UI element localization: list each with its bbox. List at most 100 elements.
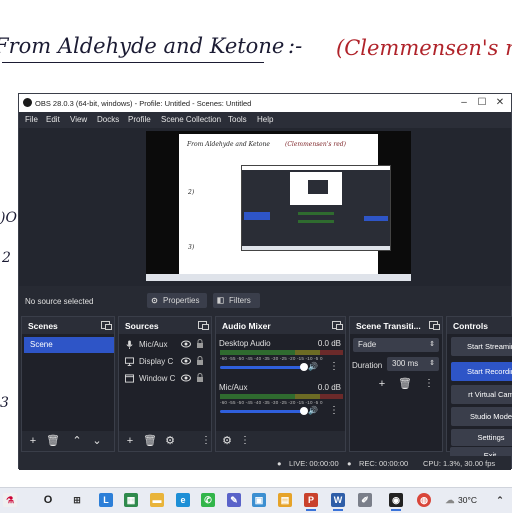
more-icon[interactable]: ⋮ — [240, 436, 250, 446]
remove-source-button[interactable]: 🗑 — [143, 434, 157, 448]
margin-scribble-2: 2 — [2, 250, 11, 266]
source-item-display[interactable]: Display C — [123, 355, 211, 369]
captured-line-1: From Aldehyde and Ketone — [187, 141, 270, 148]
preview-area[interactable]: From Aldehyde and Ketone (Clemmensen's r… — [19, 128, 511, 286]
sources-dock: Sources Mic/Aux Display C Window C + 🗑 ⚙… — [118, 316, 212, 452]
eye-icon[interactable] — [181, 339, 191, 349]
powerpoint-icon[interactable]: P — [304, 493, 318, 507]
undock-icon[interactable] — [429, 321, 440, 330]
start-virtual-cam-button[interactable]: rt Virtual Cam — [451, 385, 512, 404]
more-icon[interactable]: ⋮ — [201, 436, 211, 446]
preview-canvas[interactable]: From Aldehyde and Ketone (Clemmensen's r… — [146, 131, 411, 281]
add-transition-button[interactable]: + — [375, 377, 389, 391]
add-source-button[interactable]: + — [123, 434, 137, 448]
menu-help[interactable]: Help — [257, 115, 273, 124]
captured-num-3: 3) — [188, 244, 195, 251]
source-label: Window C — [139, 374, 176, 383]
duration-label: Duration — [352, 361, 383, 370]
volume-slider[interactable] — [220, 363, 308, 371]
undock-icon[interactable] — [198, 321, 209, 330]
meter-ticks: -60 -55 -50 -45 -40 -35 -30 -25 -20 -15 … — [220, 400, 323, 405]
start-recording-button[interactable]: Start Recordin — [451, 362, 512, 381]
more-icon[interactable]: ⋮ — [329, 362, 339, 372]
source-settings-icon[interactable]: ⚙ — [163, 434, 177, 448]
speaker-icon[interactable]: 🔊 — [308, 362, 318, 371]
controls-header: Controls — [447, 317, 512, 334]
slider-knob[interactable] — [300, 363, 308, 371]
audio-mixer-dock: Audio Mixer Desktop Audio 0.0 dB -60 -55… — [215, 316, 346, 452]
transitions-header: Scene Transiti... — [350, 317, 442, 334]
move-down-button[interactable]: ⌄ — [90, 434, 104, 448]
source-item-window[interactable]: Window C — [123, 372, 211, 386]
eye-icon[interactable] — [181, 373, 191, 383]
grid-app-icon[interactable]: ▦ — [124, 493, 138, 507]
l-app-icon[interactable]: L — [99, 493, 113, 507]
maximize-icon[interactable]: ☐ — [475, 96, 489, 109]
explorer-icon[interactable]: ▬ — [150, 493, 164, 507]
lock-icon[interactable] — [196, 339, 204, 349]
edge-icon[interactable]: e — [176, 493, 190, 507]
add-scene-button[interactable]: + — [26, 434, 40, 448]
move-up-button[interactable]: ⌃ — [70, 434, 84, 448]
more-icon[interactable]: ⋮ — [424, 379, 434, 389]
menu-profile[interactable]: Profile — [128, 115, 151, 124]
sources-title: Sources — [125, 321, 159, 331]
advanced-audio-icon[interactable]: ⚙ — [220, 434, 234, 448]
lock-icon[interactable] — [196, 356, 204, 366]
rec-dot-icon: ● — [347, 459, 352, 468]
scenes-dock: Scenes Scene + 🗑 ⌃ ⌄ — [21, 316, 115, 452]
window-title: OBS 28.0.3 (64-bit, windows) - Profile: … — [35, 99, 252, 108]
rec-status: REC: 00:00:00 — [359, 459, 409, 468]
close-icon[interactable]: ✕ — [493, 96, 507, 109]
active-indicator — [306, 509, 316, 511]
remove-transition-button[interactable]: 🗑 — [398, 377, 412, 391]
gear-icon — [151, 297, 158, 304]
gallery-icon[interactable]: ▣ — [252, 493, 266, 507]
minimize-icon[interactable]: – — [457, 96, 471, 109]
undock-icon[interactable] — [332, 321, 343, 330]
menu-scene-collection[interactable]: Scene Collection — [161, 115, 221, 124]
pen-app-icon[interactable]: ✐ — [358, 493, 372, 507]
whatsapp-icon[interactable]: ✆ — [201, 493, 215, 507]
slider-knob[interactable] — [300, 407, 308, 415]
studio-mode-button[interactable]: Studio Mode — [451, 407, 512, 426]
source-toolbar: No source selected Properties Filters — [19, 291, 511, 311]
settings-button[interactable]: Settings — [451, 429, 512, 446]
channel-level: 0.0 dB — [317, 383, 341, 392]
menu-bar: File Edit View Docks Profile Scene Colle… — [19, 112, 511, 128]
eye-icon[interactable] — [181, 356, 191, 366]
obs-window: OBS 28.0.3 (64-bit, windows) - Profile: … — [18, 93, 512, 470]
handwriting-underline — [2, 62, 264, 63]
chrome-icon[interactable]: ◍ — [417, 493, 431, 507]
duration-input[interactable]: 300 ms ⇕ — [387, 357, 439, 371]
obs-icon[interactable]: ◉ — [389, 493, 403, 507]
files-icon[interactable]: ▤ — [278, 493, 292, 507]
more-icon[interactable]: ⋮ — [329, 406, 339, 416]
menu-edit[interactable]: Edit — [46, 115, 60, 124]
lock-icon[interactable] — [196, 373, 204, 383]
source-item-mic[interactable]: Mic/Aux — [123, 338, 211, 352]
volume-slider[interactable] — [220, 407, 308, 415]
scribble-app-icon[interactable]: ✎ — [227, 493, 241, 507]
window-icon — [125, 374, 134, 383]
task-view-icon[interactable]: ⊞ — [70, 493, 84, 507]
controls-dock: Controls Start Streamin Start Recordin r… — [446, 316, 512, 452]
search-icon[interactable]: O — [41, 493, 55, 507]
start-streaming-button[interactable]: Start Streamin — [451, 337, 512, 356]
properties-button[interactable]: Properties — [147, 293, 207, 308]
chevron-up-icon[interactable]: ⌃ — [493, 493, 507, 507]
scene-item[interactable]: Scene — [24, 337, 114, 353]
source-label: Mic/Aux — [139, 340, 168, 349]
remove-scene-button[interactable]: 🗑 — [46, 434, 60, 448]
undock-icon[interactable] — [101, 321, 112, 330]
menu-tools[interactable]: Tools — [228, 115, 247, 124]
word-icon[interactable]: W — [331, 493, 345, 507]
filters-button[interactable]: Filters — [213, 293, 260, 308]
menu-view[interactable]: View — [70, 115, 87, 124]
speaker-icon[interactable]: 🔊 — [308, 406, 318, 415]
title-bar[interactable]: OBS 28.0.3 (64-bit, windows) - Profile: … — [19, 94, 511, 112]
flask-app-icon[interactable]: ⚗ — [3, 493, 17, 507]
menu-file[interactable]: File — [25, 115, 38, 124]
menu-docks[interactable]: Docks — [97, 115, 119, 124]
transition-select[interactable]: Fade ⇕ — [353, 338, 439, 352]
